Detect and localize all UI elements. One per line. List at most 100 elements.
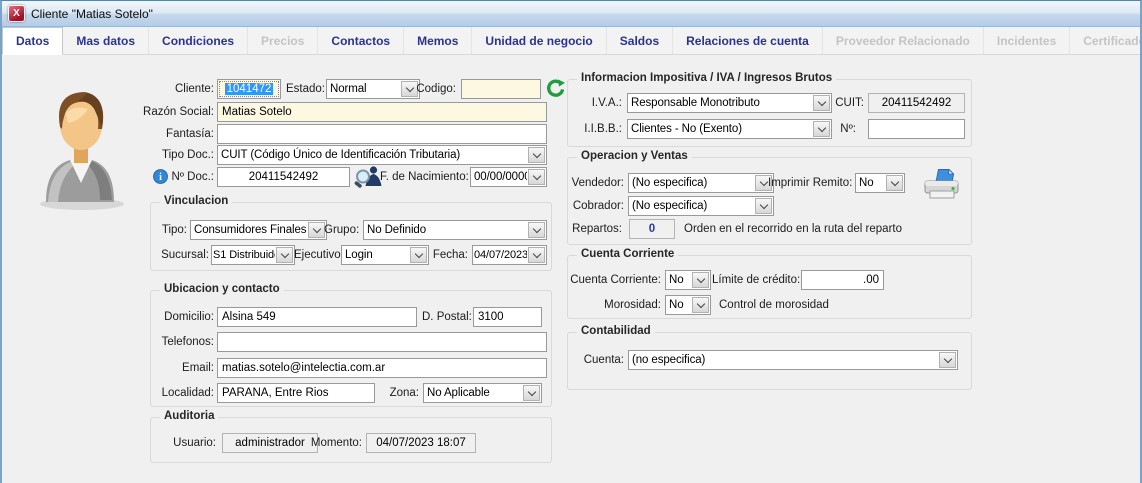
fantasia-input[interactable] xyxy=(217,124,547,144)
tab-saldos[interactable]: Saldos xyxy=(607,27,673,54)
localidad-input[interactable] xyxy=(217,383,375,403)
iibb-label: I.I.B.B.: xyxy=(575,119,622,139)
morosidad-hint: Control de morosidad xyxy=(719,295,829,315)
chevron-down-icon[interactable] xyxy=(308,222,325,238)
zona-label: Zona: xyxy=(388,383,419,403)
ejecutivo-value: Login xyxy=(342,246,409,264)
printer-icon[interactable] xyxy=(922,167,962,201)
tab-mas-datos[interactable]: Mas datos xyxy=(63,27,149,54)
nacimiento-label: F. de Nacimiento: xyxy=(380,167,467,187)
tipo-select[interactable]: Consumidores Finales xyxy=(190,220,327,240)
chevron-down-icon[interactable] xyxy=(523,385,540,401)
nacimiento-select[interactable]: 00/00/0000 xyxy=(470,167,547,187)
cuenta-corriente-select[interactable]: No xyxy=(665,270,711,290)
cliente-label: Cliente: xyxy=(142,79,214,99)
morosidad-value: No xyxy=(666,296,691,314)
nro-iibb-input[interactable] xyxy=(868,119,965,139)
chevron-down-icon[interactable] xyxy=(755,198,772,214)
imprimir-remito-select[interactable]: No xyxy=(855,173,905,193)
chevron-down-icon[interactable] xyxy=(886,175,903,191)
tab-condiciones[interactable]: Condiciones xyxy=(149,27,248,54)
cuenta-select[interactable]: (no especifica) xyxy=(628,350,958,370)
chevron-down-icon[interactable] xyxy=(939,352,956,368)
cliente-input[interactable]: 1041472 xyxy=(217,79,281,99)
iva-label: I.V.A.: xyxy=(580,93,622,113)
imprimir-remito-label: Imprimir Remito: xyxy=(768,173,852,193)
iibb-select[interactable]: Clientes - No (Exento) xyxy=(627,119,832,139)
vendedor-select[interactable]: (No especifica) xyxy=(628,173,774,193)
refresh-icon[interactable] xyxy=(546,79,565,98)
info-icon[interactable]: i xyxy=(153,169,168,184)
zona-select[interactable]: No Aplicable xyxy=(423,383,542,403)
sucursal-label: Sucursal: xyxy=(152,245,209,265)
tab-datos[interactable]: Datos xyxy=(2,27,63,55)
telefonos-input[interactable] xyxy=(217,332,547,352)
iva-select[interactable]: Responsable Monotributo xyxy=(627,93,832,113)
fecha-value: 04/07/2023 xyxy=(473,246,527,264)
tipo-doc-select[interactable]: CUIT (Código Único de Identificación Tri… xyxy=(217,145,547,165)
telefonos-label: Telefonos: xyxy=(147,332,214,352)
cuenta-corriente-group-title: Cuenta Corriente xyxy=(577,248,678,260)
chevron-down-icon[interactable] xyxy=(813,121,830,137)
tab-memos[interactable]: Memos xyxy=(404,27,472,54)
razon-social-input[interactable] xyxy=(217,102,547,122)
zona-value: No Aplicable xyxy=(424,384,522,402)
client-window: X Cliente "Matias Sotelo" Datos Mas dato… xyxy=(0,0,1142,483)
fecha-select[interactable]: 04/07/2023 xyxy=(472,245,547,265)
email-input[interactable] xyxy=(217,358,547,378)
cobrador-value: (No especifica) xyxy=(629,197,754,215)
dpostal-label: D. Postal: xyxy=(422,307,469,327)
impositiva-group-title: Informacion Impositiva / IVA / Ingresos … xyxy=(577,72,836,84)
chevron-down-icon[interactable] xyxy=(813,95,830,111)
localidad-label: Localidad: xyxy=(150,383,214,403)
domicilio-input[interactable] xyxy=(217,307,417,327)
app-icon: X xyxy=(8,5,25,22)
tab-contactos[interactable]: Contactos xyxy=(318,27,404,54)
dpostal-input[interactable] xyxy=(473,307,542,327)
grupo-label: Grupo: xyxy=(324,220,359,240)
person-avatar-icon xyxy=(30,83,130,213)
chevron-down-icon[interactable] xyxy=(528,222,545,238)
chevron-down-icon[interactable] xyxy=(528,147,545,163)
contabilidad-group-title: Contabilidad xyxy=(577,325,655,337)
chevron-down-icon[interactable] xyxy=(692,297,709,313)
momento-label: Momento: xyxy=(310,433,362,453)
repartos-hint: Orden en el recorrido en la ruta del rep… xyxy=(684,219,902,239)
vinculacion-group-title: Vinculacion xyxy=(160,195,232,207)
cobrador-label: Cobrador: xyxy=(570,196,624,216)
chevron-down-icon[interactable] xyxy=(692,272,709,288)
tipo-value: Consumidores Finales xyxy=(191,221,307,239)
iva-value: Responsable Monotributo xyxy=(628,94,812,112)
chevron-down-icon[interactable] xyxy=(276,247,293,263)
chevron-down-icon[interactable] xyxy=(528,169,545,185)
morosidad-select[interactable]: No xyxy=(665,295,711,315)
chevron-down-icon[interactable] xyxy=(528,247,545,263)
vendedor-label: Vendedor: xyxy=(570,173,624,193)
grupo-select[interactable]: No Definido xyxy=(363,220,547,240)
tab-proveedor-relacionado: Proveedor Relacionado xyxy=(823,27,984,54)
operacion-group-title: Operacion y Ventas xyxy=(577,150,692,162)
svg-text:i: i xyxy=(159,172,162,183)
domicilio-label: Domicilio: xyxy=(150,307,214,327)
nro-doc-input[interactable] xyxy=(217,167,350,187)
cuit-value: 20411542492 xyxy=(868,93,965,113)
estado-label: Estado: xyxy=(286,79,322,99)
tab-unidad-de-negocio[interactable]: Unidad de negocio xyxy=(472,27,606,54)
vendedor-value: (No especifica) xyxy=(629,174,754,192)
tipo-doc-label: Tipo Doc.: xyxy=(122,145,214,165)
estado-select[interactable]: Normal xyxy=(326,79,420,99)
momento-value: 04/07/2023 18:07 xyxy=(366,433,476,453)
codigo-input[interactable] xyxy=(461,79,541,99)
cobrador-select[interactable]: (No especifica) xyxy=(628,196,774,216)
limite-credito-input[interactable] xyxy=(801,270,884,290)
fecha-label: Fecha: xyxy=(432,245,468,265)
sucursal-select[interactable]: S1 Distribuidor xyxy=(211,245,295,265)
ejecutivo-label: Ejecutivo: xyxy=(294,245,338,265)
email-label: Email: xyxy=(162,358,214,378)
usuario-value: administrador xyxy=(222,433,318,453)
chevron-down-icon[interactable] xyxy=(410,247,427,263)
tab-relaciones-de-cuenta[interactable]: Relaciones de cuenta xyxy=(673,27,823,54)
ejecutivo-select[interactable]: Login xyxy=(341,245,429,265)
repartos-value: 0 xyxy=(629,219,675,239)
search-person-icon[interactable] xyxy=(354,163,382,188)
